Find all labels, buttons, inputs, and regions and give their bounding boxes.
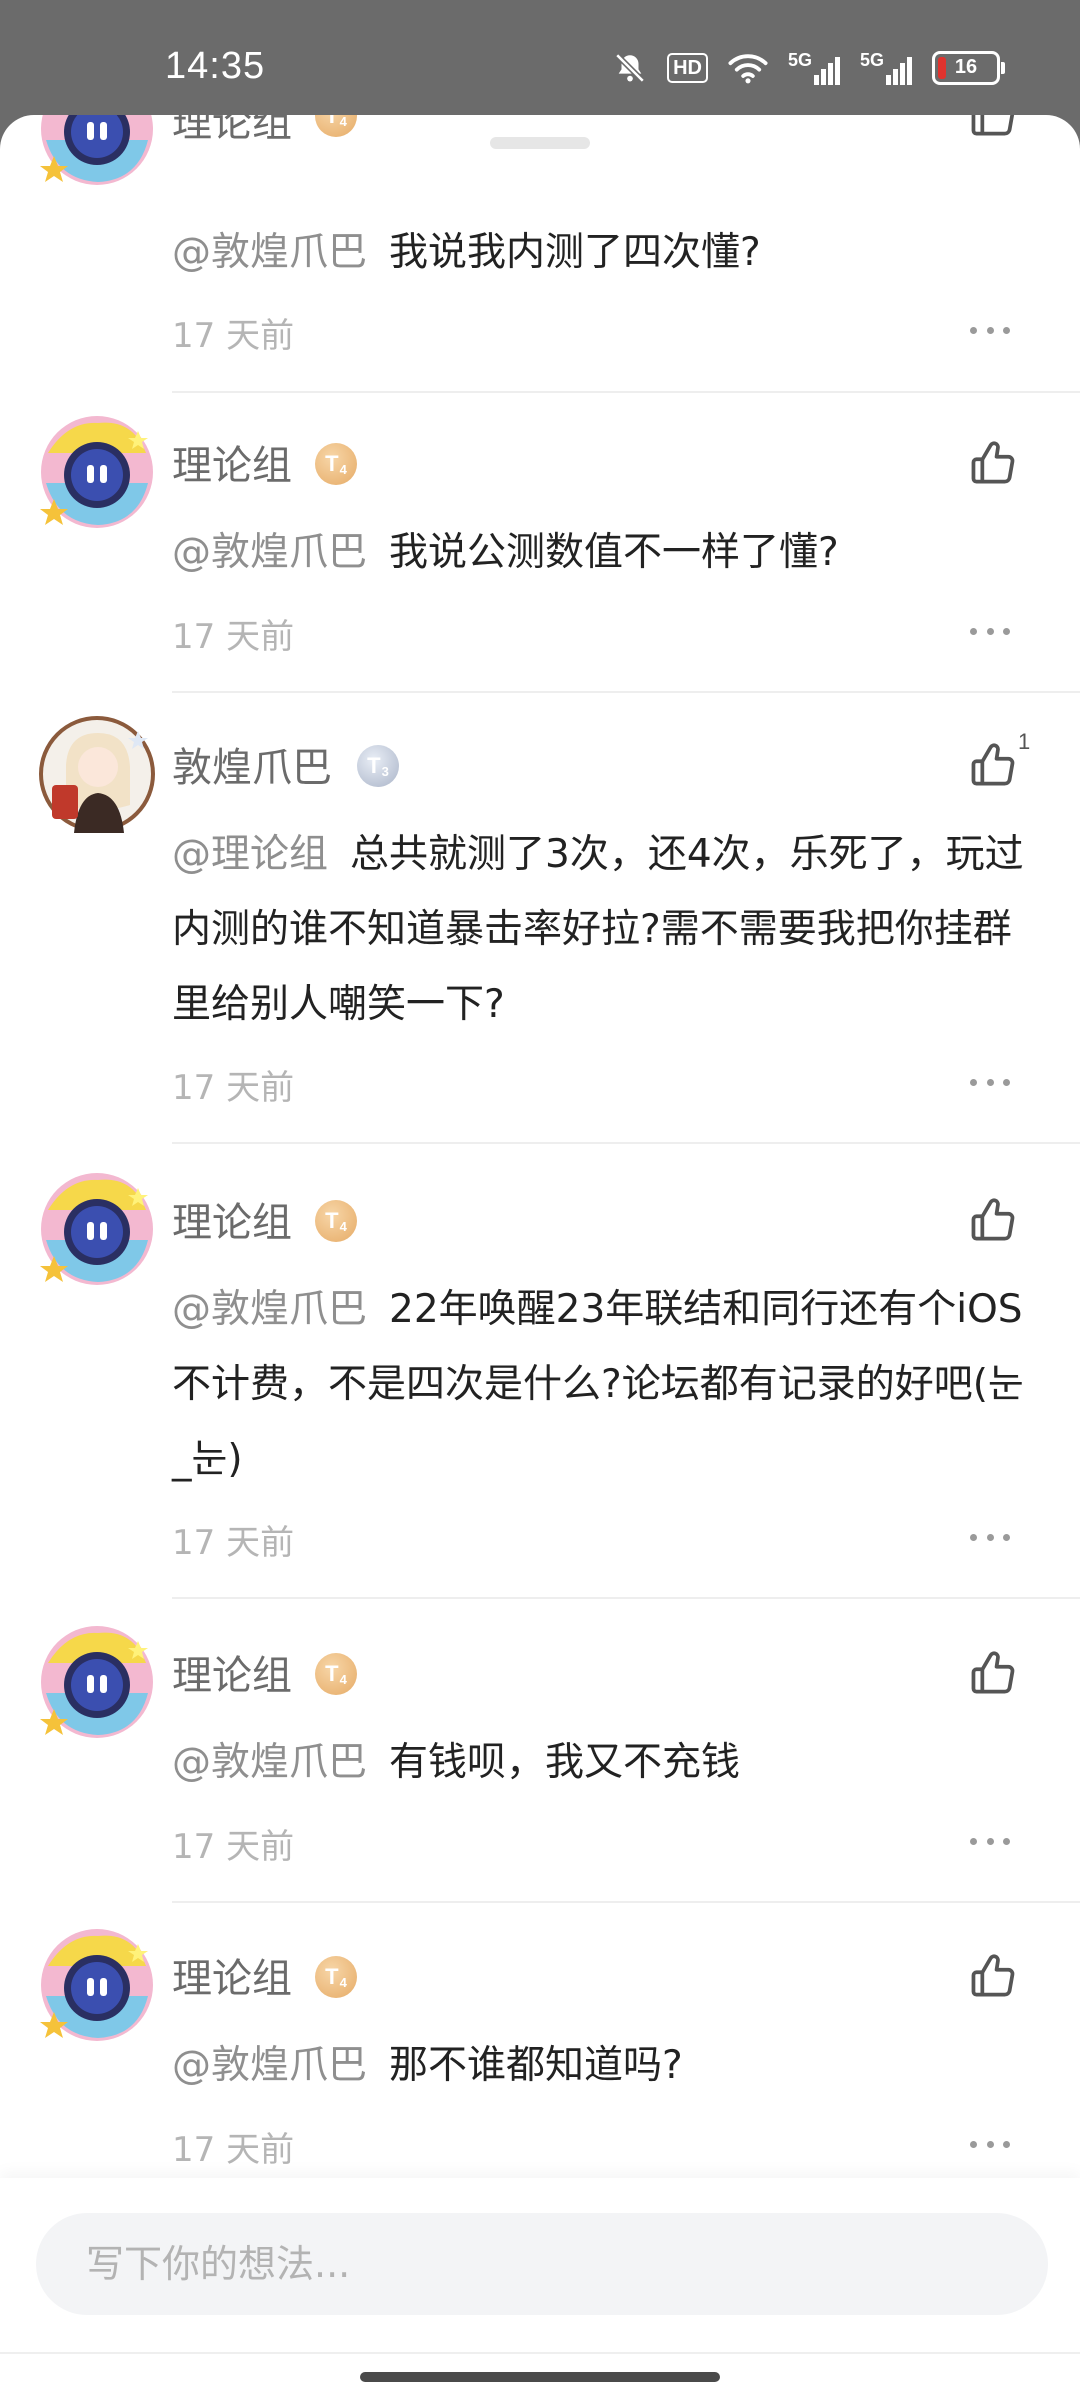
comment-text: @敦煌爪巴 有钱呗，我又不充钱 <box>172 1725 1032 1800</box>
avatar-image <box>40 1626 153 1738</box>
avatar[interactable] <box>38 413 156 531</box>
comment-author[interactable]: 敦煌爪巴 <box>172 735 332 793</box>
more-icon[interactable] <box>970 1079 1010 1089</box>
network-type-label: 5G <box>859 50 884 70</box>
avatar-image <box>40 416 153 528</box>
divider <box>172 1901 1080 1903</box>
mention[interactable]: @敦煌爪巴 <box>172 2043 367 2088</box>
comment-text: @敦煌爪巴 22年唤醒23年联结和同行还有个iOS不计费，不是四次是什么?论坛都有… <box>172 1272 1032 1497</box>
divider <box>0 2352 1080 2354</box>
like-icon[interactable] <box>966 115 1022 143</box>
divider <box>172 691 1080 693</box>
mention[interactable]: @敦煌爪巴 <box>172 1740 367 1785</box>
avatar-image <box>40 1173 153 1285</box>
badge-letter: T <box>367 753 381 778</box>
comment-body: 有钱呗，我又不充钱 <box>389 1740 741 1785</box>
level-badge: T4 <box>315 1956 357 1998</box>
divider <box>172 1142 1080 1144</box>
badge-letter: T <box>325 1661 339 1686</box>
badge-letter: T <box>325 451 339 476</box>
level-badge: T3 <box>357 745 399 787</box>
badge-letter: T <box>325 1964 339 1989</box>
battery-level: 16 <box>954 56 978 78</box>
comment-time: 17 天前 <box>172 316 295 356</box>
mention[interactable]: @敦煌爪巴 <box>172 230 367 275</box>
level-badge: T4 <box>315 443 357 485</box>
avatar[interactable] <box>38 1926 156 2044</box>
comment-text: @敦煌爪巴 我说公测数值不一样了懂? <box>172 515 1032 590</box>
comment-list[interactable]: 理论组 T4 @敦煌爪巴 我说我内测了四次懂? 17 天前 理论组 T4 @敦煌爪… <box>0 115 1080 2175</box>
level-badge: T4 <box>315 1200 357 1242</box>
badge-letter: T <box>325 115 339 128</box>
comment-composer <box>0 2178 1080 2400</box>
like-icon[interactable] <box>966 435 1022 491</box>
comment-author[interactable]: 理论组 <box>172 1643 292 1701</box>
level-badge: T4 <box>315 1653 357 1695</box>
avatar[interactable] <box>38 115 156 188</box>
like-icon[interactable] <box>966 1948 1022 2004</box>
avatar[interactable] <box>38 1623 156 1741</box>
more-icon[interactable] <box>970 327 1010 337</box>
avatar-image <box>40 1929 153 2041</box>
comment-author[interactable]: 理论组 <box>172 1190 292 1248</box>
comment-time: 17 天前 <box>172 1827 295 1867</box>
badge-level: 4 <box>339 1671 347 1687</box>
status-time: 14:35 <box>165 45 266 87</box>
wifi-icon <box>728 53 768 83</box>
badge-level: 4 <box>339 115 347 129</box>
comment-time: 17 天前 <box>172 617 295 657</box>
badge-letter: T <box>325 1208 339 1233</box>
comments-sheet: 理论组 T4 @敦煌爪巴 我说我内测了四次懂? 17 天前 理论组 T4 @敦煌爪… <box>0 115 1080 2400</box>
more-icon[interactable] <box>970 1534 1010 1544</box>
more-icon[interactable] <box>970 1838 1010 1848</box>
signal-5g-icon: 5G <box>788 50 840 85</box>
like-icon[interactable] <box>966 1192 1022 1248</box>
comment-text: @理论组 总共就测了3次，还4次，乐死了，玩过内测的谁不知道暴击率好拉?需不需要我… <box>172 817 1032 1042</box>
badge-level: 4 <box>339 1218 347 1234</box>
badge-level: 3 <box>381 763 389 779</box>
hd-icon: HD <box>667 52 708 83</box>
comment-body: 那不谁都知道吗? <box>389 2043 683 2088</box>
like-icon[interactable] <box>966 737 1022 793</box>
divider <box>172 1597 1080 1599</box>
home-indicator[interactable] <box>360 2372 720 2382</box>
avatar[interactable] <box>38 715 156 833</box>
comment-author[interactable]: 理论组 <box>172 1946 292 2004</box>
level-badge: T4 <box>315 115 357 137</box>
avatar-image <box>40 115 153 185</box>
status-bar: 14:35 HD 5G 5G 16 <box>0 0 1080 120</box>
badge-level: 4 <box>339 461 347 477</box>
comment-author[interactable]: 理论组 <box>172 115 292 148</box>
like-icon[interactable] <box>966 1645 1022 1701</box>
comment-author[interactable]: 理论组 <box>172 433 292 491</box>
hd-label: HD <box>673 56 702 79</box>
status-icons: HD 5G 5G 16 <box>613 50 1005 85</box>
mention[interactable]: @敦煌爪巴 <box>172 530 367 575</box>
signal-5g-icon: 5G <box>860 50 912 85</box>
more-icon[interactable] <box>970 2141 1010 2151</box>
comment-text: @敦煌爪巴 我说我内测了四次懂? <box>172 215 1032 290</box>
bell-off-icon <box>615 52 645 83</box>
comment-time: 17 天前 <box>172 2130 295 2170</box>
comment-input[interactable] <box>36 2213 1048 2315</box>
comment-time: 17 天前 <box>172 1523 295 1563</box>
like-count: 1 <box>1018 729 1031 754</box>
comment-body: 我说我内测了四次懂? <box>389 230 761 275</box>
comment-text: @敦煌爪巴 那不谁都知道吗? <box>172 2028 1032 2103</box>
avatar[interactable] <box>38 1170 156 1288</box>
mention[interactable]: @敦煌爪巴 <box>172 1287 367 1332</box>
divider <box>172 391 1080 393</box>
mention[interactable]: @理论组 <box>172 832 328 877</box>
comment-body: 我说公测数值不一样了懂? <box>389 530 839 575</box>
badge-level: 4 <box>339 1974 347 1990</box>
comment-time: 17 天前 <box>172 1068 295 1108</box>
network-type-label: 5G <box>787 50 812 70</box>
battery-icon: 16 <box>932 50 1005 85</box>
more-icon[interactable] <box>970 628 1010 638</box>
avatar-image <box>39 716 155 833</box>
